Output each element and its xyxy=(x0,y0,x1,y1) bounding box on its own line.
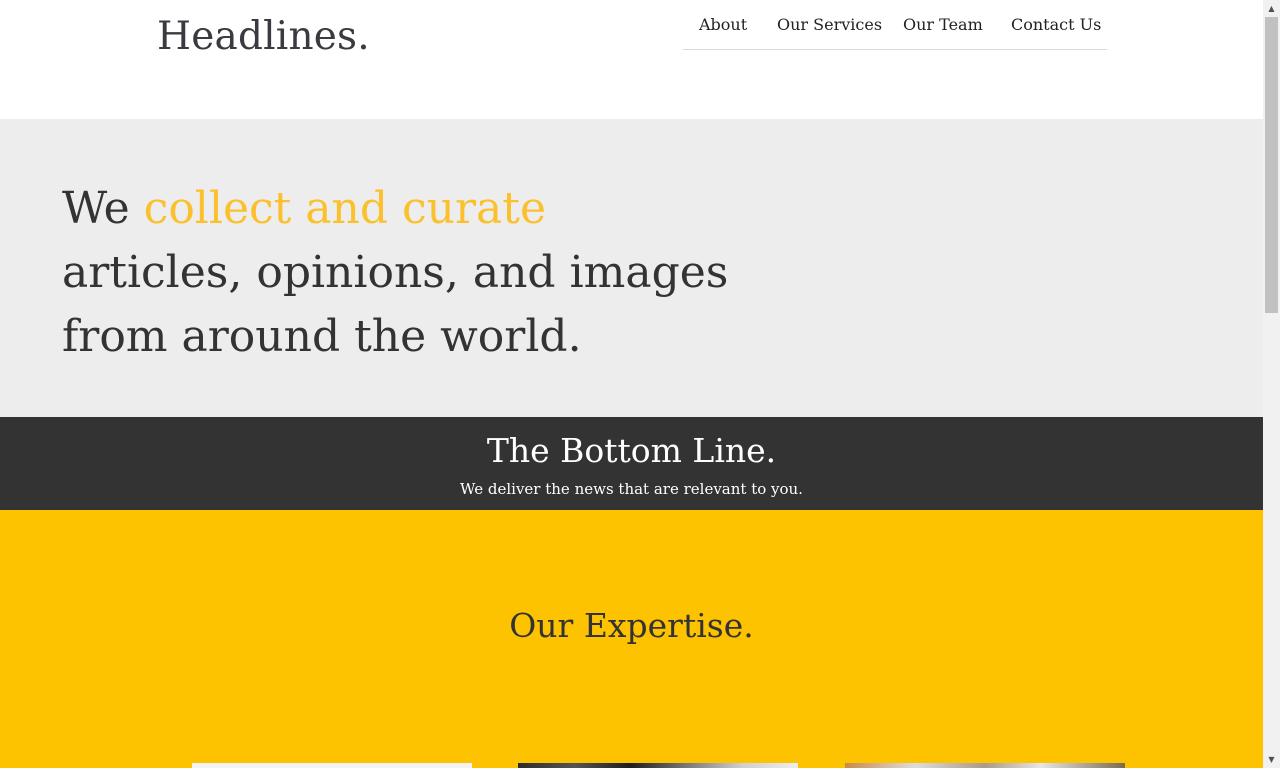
expertise-card-image xyxy=(518,763,798,768)
expertise-section: Our Expertise. xyxy=(0,510,1263,768)
scroll-thumb[interactable] xyxy=(1265,17,1278,313)
nav-our-team[interactable]: Our Team xyxy=(903,15,983,34)
hero-prefix: We xyxy=(62,183,144,234)
bottom-line-band: The Bottom Line. We deliver the news tha… xyxy=(0,417,1263,510)
vertical-scrollbar[interactable]: ▲ ▼ xyxy=(1263,0,1280,768)
hero-line-3: from around the world. xyxy=(62,311,582,362)
brand-logo[interactable]: Headlines. xyxy=(157,14,370,59)
nav-about[interactable]: About xyxy=(699,15,747,34)
expertise-title: Our Expertise. xyxy=(509,606,754,645)
expertise-card-image xyxy=(192,763,472,768)
site-header: Headlines. About Our Services Our Team C… xyxy=(0,0,1263,119)
band-title: The Bottom Line. xyxy=(486,431,777,470)
expertise-card-image xyxy=(845,763,1125,768)
band-subtitle: We deliver the news that are relevant to… xyxy=(460,480,803,498)
hero-line-1: We collect and curate xyxy=(62,177,728,241)
page: Headlines. About Our Services Our Team C… xyxy=(0,0,1263,768)
hero-line-2: articles, opinions, and images xyxy=(62,247,729,298)
nav-contact-us[interactable]: Contact Us xyxy=(1011,15,1101,34)
main-nav: About Our Services Our Team Contact Us xyxy=(683,0,1107,50)
scroll-down-icon[interactable]: ▼ xyxy=(1263,751,1280,768)
hero-section: We collect and curate articles, opinions… xyxy=(0,119,1263,417)
hero-heading: We collect and curate articles, opinions… xyxy=(62,177,728,369)
nav-our-services[interactable]: Our Services xyxy=(777,15,882,34)
hero-accent: collect and curate xyxy=(143,183,546,234)
scroll-up-icon[interactable]: ▲ xyxy=(1263,0,1280,17)
